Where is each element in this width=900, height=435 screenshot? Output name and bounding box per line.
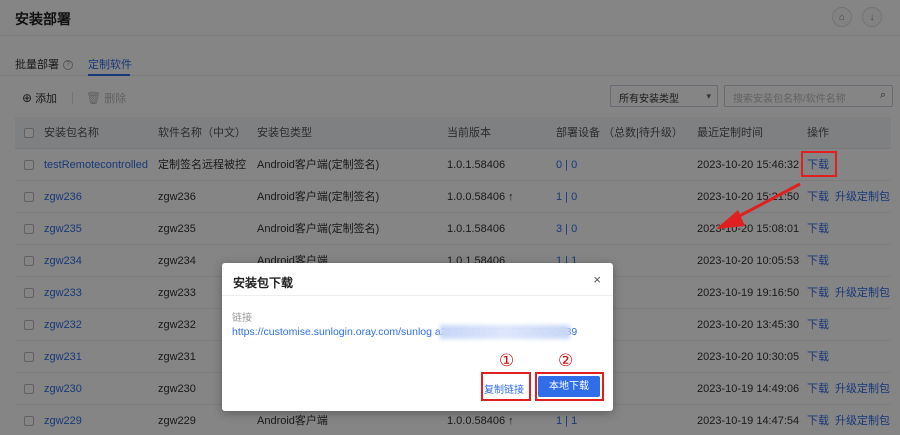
annotation-marker-2: ② <box>558 351 574 371</box>
redacted-url-segment <box>440 325 570 339</box>
modal-title: 安装包下载 <box>233 276 294 290</box>
annotation-marker-1: ① <box>499 351 515 371</box>
modal-divider <box>222 295 613 296</box>
local-download-highlight <box>535 372 604 401</box>
close-icon[interactable]: × <box>593 272 601 287</box>
link-label: 链接 <box>232 313 252 324</box>
copy-button-highlight <box>481 372 531 401</box>
